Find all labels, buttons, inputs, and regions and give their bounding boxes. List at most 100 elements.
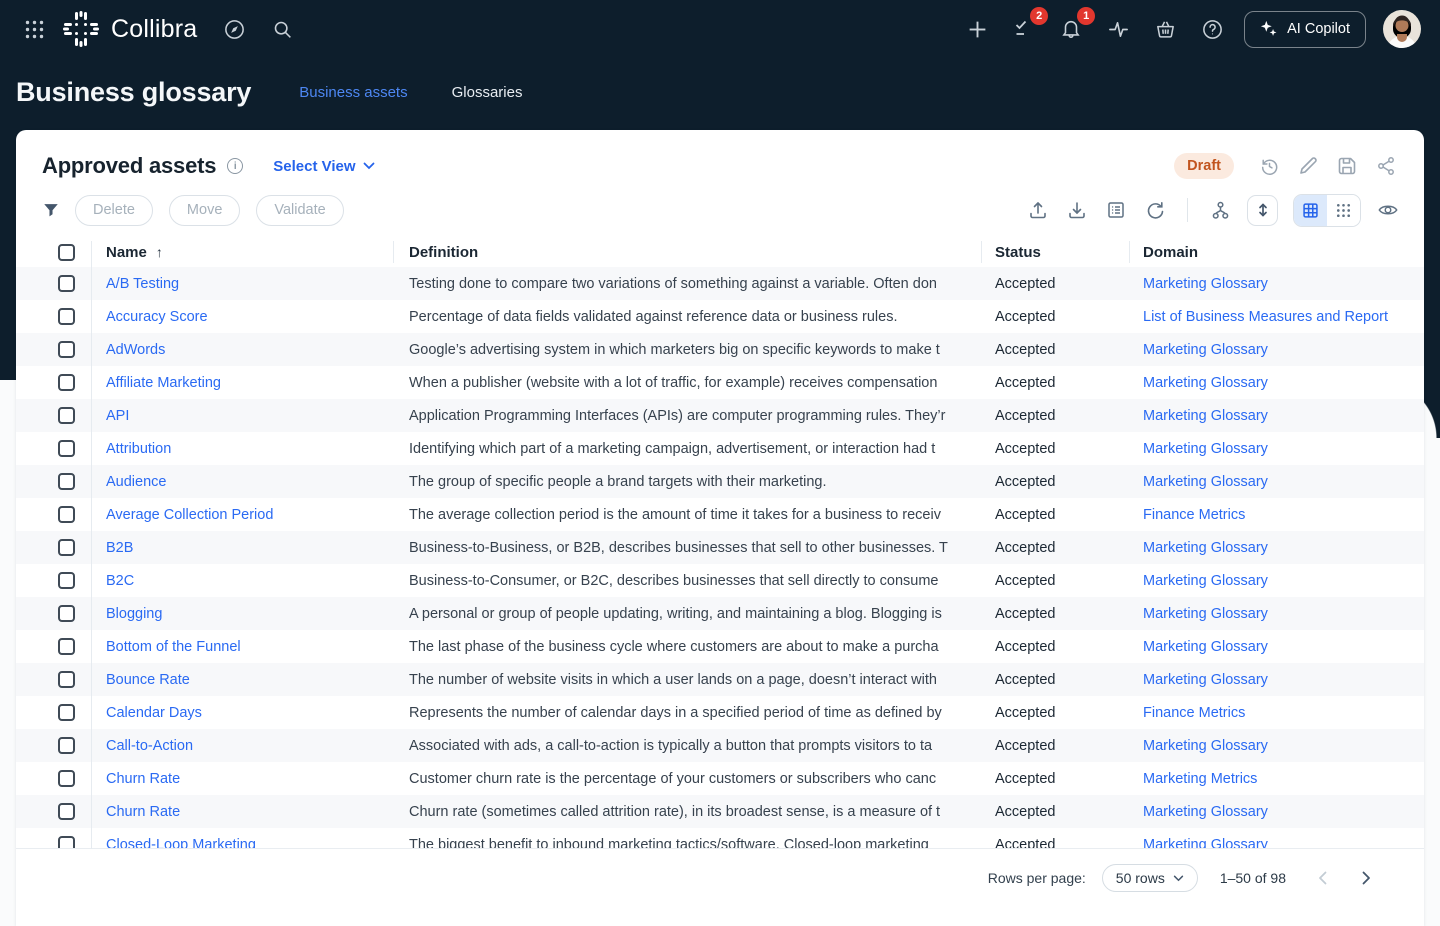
column-header-domain[interactable]: Domain (1129, 237, 1424, 267)
row-checkbox[interactable] (58, 341, 75, 358)
share-icon[interactable] (1374, 154, 1398, 178)
table-row[interactable]: Call-to-Action Associated with ads, a ca… (16, 729, 1424, 762)
add-icon[interactable] (962, 14, 992, 44)
table-row[interactable]: Average Collection Period The average co… (16, 498, 1424, 531)
asset-name-link[interactable]: Audience (106, 474, 393, 490)
asset-name-link[interactable]: Average Collection Period (106, 507, 393, 523)
asset-name-link[interactable]: A/B Testing (106, 276, 393, 292)
asset-name-link[interactable]: API (106, 408, 393, 424)
notifications-bell-icon[interactable]: 1 (1056, 14, 1086, 44)
row-checkbox[interactable] (58, 803, 75, 820)
row-checkbox[interactable] (58, 440, 75, 457)
asset-name-link[interactable]: Bottom of the Funnel (106, 639, 393, 655)
asset-domain-link[interactable]: Marketing Glossary (1143, 672, 1412, 688)
table-row[interactable]: Bottom of the Funnel The last phase of t… (16, 630, 1424, 663)
asset-name-link[interactable]: Accuracy Score (106, 309, 393, 325)
row-checkbox[interactable] (58, 836, 75, 849)
row-checkbox[interactable] (58, 671, 75, 688)
table-view-icon[interactable] (1294, 195, 1327, 226)
table-row[interactable]: Blogging A personal or group of people u… (16, 597, 1424, 630)
validate-button[interactable]: Validate (256, 195, 343, 226)
row-checkbox[interactable] (58, 638, 75, 655)
report-icon[interactable] (1104, 198, 1128, 222)
asset-domain-link[interactable]: Marketing Glossary (1143, 639, 1412, 655)
row-checkbox[interactable] (58, 506, 75, 523)
delete-button[interactable]: Delete (75, 195, 153, 226)
asset-name-link[interactable]: Calendar Days (106, 705, 393, 721)
table-row[interactable]: Churn Rate Customer churn rate is the pe… (16, 762, 1424, 795)
table-row[interactable]: Bounce Rate The number of website visits… (16, 663, 1424, 696)
row-checkbox[interactable] (58, 407, 75, 424)
select-view-dropdown[interactable]: Select View (273, 158, 374, 175)
table-row[interactable]: Churn Rate Churn rate (sometimes called … (16, 795, 1424, 828)
asset-name-link[interactable]: Churn Rate (106, 771, 393, 787)
table-row[interactable]: A/B Testing Testing done to compare two … (16, 267, 1424, 300)
asset-domain-link[interactable]: Marketing Glossary (1143, 837, 1412, 850)
refresh-icon[interactable] (1143, 198, 1167, 222)
table-row[interactable]: B2C Business-to-Consumer, or B2C, descri… (16, 564, 1424, 597)
upload-icon[interactable] (1026, 198, 1050, 222)
asset-name-link[interactable]: Call-to-Action (106, 738, 393, 754)
table-row[interactable]: AdWords Google’s advertising system in w… (16, 333, 1424, 366)
basket-icon[interactable] (1150, 14, 1180, 44)
row-checkbox[interactable] (58, 374, 75, 391)
tab-glossaries[interactable]: Glossaries (452, 84, 523, 101)
tasks-icon[interactable]: 2 (1009, 14, 1039, 44)
row-checkbox[interactable] (58, 605, 75, 622)
table-row[interactable]: Affiliate Marketing When a publisher (we… (16, 366, 1424, 399)
asset-domain-link[interactable]: Marketing Glossary (1143, 441, 1412, 457)
table-row[interactable]: Closed-Loop Marketing The biggest benefi… (16, 828, 1424, 849)
column-header-name[interactable]: Name ↑ (91, 237, 393, 267)
table-row[interactable]: Calendar Days Represents the number of c… (16, 696, 1424, 729)
rows-per-page-select[interactable]: 50 rows (1102, 864, 1198, 892)
asset-domain-link[interactable]: Finance Metrics (1143, 705, 1412, 721)
row-checkbox[interactable] (58, 539, 75, 556)
download-icon[interactable] (1065, 198, 1089, 222)
asset-domain-link[interactable]: Marketing Glossary (1143, 408, 1412, 424)
column-header-definition[interactable]: Definition (393, 237, 981, 267)
save-icon[interactable] (1335, 154, 1359, 178)
history-icon[interactable] (1257, 154, 1281, 178)
move-button[interactable]: Move (169, 195, 240, 226)
previous-page-button[interactable] (1308, 864, 1336, 892)
ai-copilot-button[interactable]: AI Copilot (1244, 11, 1366, 48)
info-icon[interactable]: i (227, 158, 243, 174)
user-avatar[interactable] (1383, 10, 1421, 48)
asset-domain-link[interactable]: Marketing Glossary (1143, 540, 1412, 556)
asset-name-link[interactable]: Attribution (106, 441, 393, 457)
asset-domain-link[interactable]: Finance Metrics (1143, 507, 1412, 523)
asset-domain-link[interactable]: Marketing Glossary (1143, 375, 1412, 391)
asset-domain-link[interactable]: Marketing Metrics (1143, 771, 1412, 787)
asset-name-link[interactable]: Affiliate Marketing (106, 375, 393, 391)
asset-name-link[interactable]: Bounce Rate (106, 672, 393, 688)
table-row[interactable]: Audience The group of specific people a … (16, 465, 1424, 498)
help-icon[interactable] (1197, 14, 1227, 44)
asset-domain-link[interactable]: Marketing Glossary (1143, 342, 1412, 358)
asset-domain-link[interactable]: Marketing Glossary (1143, 606, 1412, 622)
asset-name-link[interactable]: B2B (106, 540, 393, 556)
asset-domain-link[interactable]: Marketing Glossary (1143, 804, 1412, 820)
collibra-brand[interactable]: Collibra (63, 11, 197, 47)
table-row[interactable]: B2B Business-to-Business, or B2B, descri… (16, 531, 1424, 564)
row-checkbox[interactable] (58, 704, 75, 721)
asset-name-link[interactable]: AdWords (106, 342, 393, 358)
row-checkbox[interactable] (58, 572, 75, 589)
asset-domain-link[interactable]: Marketing Glossary (1143, 573, 1412, 589)
asset-name-link[interactable]: B2C (106, 573, 393, 589)
tile-view-icon[interactable] (1327, 195, 1360, 226)
asset-domain-link[interactable]: Marketing Glossary (1143, 738, 1412, 754)
sort-ascending-icon[interactable]: ↑ (156, 244, 163, 260)
table-row[interactable]: API Application Programming Interfaces (… (16, 399, 1424, 432)
asset-domain-link[interactable]: Marketing Glossary (1143, 276, 1412, 292)
table-row[interactable]: Attribution Identifying which part of a … (16, 432, 1424, 465)
compass-icon[interactable] (219, 14, 249, 44)
apps-grid-icon[interactable] (19, 14, 49, 44)
asset-name-link[interactable]: Closed-Loop Marketing (106, 837, 393, 850)
row-height-icon[interactable] (1247, 195, 1278, 226)
filter-icon[interactable] (42, 201, 60, 219)
row-checkbox[interactable] (58, 275, 75, 292)
asset-domain-link[interactable]: Marketing Glossary (1143, 474, 1412, 490)
tab-business-assets[interactable]: Business assets (299, 84, 407, 101)
table-row[interactable]: Accuracy Score Percentage of data fields… (16, 300, 1424, 333)
row-checkbox[interactable] (58, 308, 75, 325)
